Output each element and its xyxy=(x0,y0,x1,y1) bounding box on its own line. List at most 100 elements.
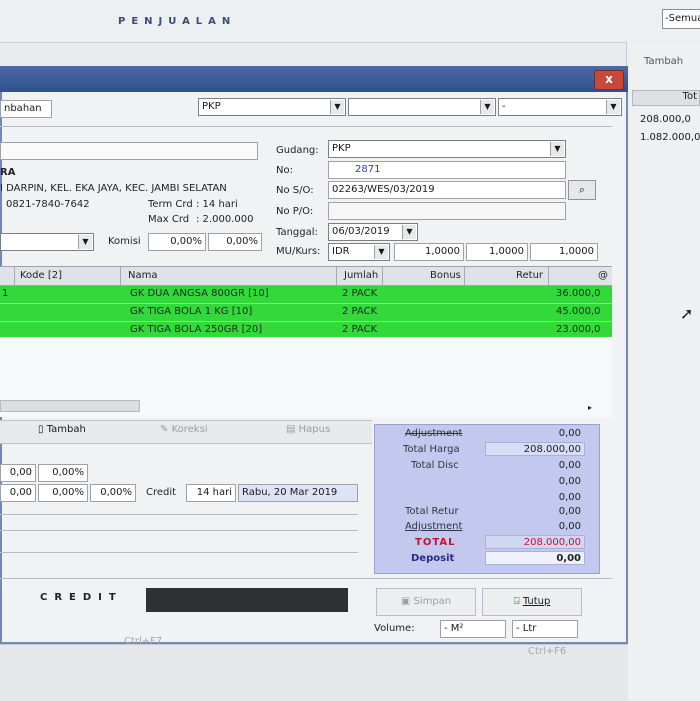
divider xyxy=(0,126,612,127)
column-bonus[interactable]: Bonus xyxy=(430,270,461,281)
kurs-field-3[interactable]: 1,0000 xyxy=(530,243,598,261)
items-grid-header: Kode [2] Nama Jumlah Bonus Retur @ xyxy=(0,266,612,286)
discount-percent-field-1[interactable]: 0,00% xyxy=(38,464,88,482)
simpan-label: Simpan xyxy=(413,596,452,607)
simpan-button[interactable]: ▣ Simpan xyxy=(376,588,476,616)
volume-label: Volume: xyxy=(374,623,415,634)
tab-tambahan[interactable]: nbahan xyxy=(0,100,52,118)
adjustment-value: 0,00 xyxy=(558,428,581,439)
tanggal-picker[interactable]: 06/03/2019 ▼ xyxy=(328,223,418,241)
salesman-combo[interactable]: ▼ xyxy=(0,233,94,251)
chevron-down-icon[interactable]: ▼ xyxy=(606,100,620,114)
no-label: No: xyxy=(276,165,293,176)
item-quantity: 2 PACK xyxy=(342,288,378,299)
table-row[interactable]: GK TIGA BOLA 1 KG [10] 2 PACK 45.000,0 xyxy=(0,304,612,322)
column-separator xyxy=(120,267,121,285)
shortcut-hint-2: Ctrl+F6 xyxy=(528,646,567,657)
column-separator xyxy=(382,267,383,285)
divider xyxy=(0,578,612,579)
item-price: 45.000,0 xyxy=(556,306,601,317)
kurs-field-1[interactable]: 1,0000 xyxy=(394,243,464,261)
discount-percent-field-3[interactable]: 0,00% xyxy=(90,484,136,502)
discount-amount-field-1[interactable]: 0,00 xyxy=(0,464,36,482)
column-jumlah[interactable]: Jumlah xyxy=(344,270,378,281)
column-nama[interactable]: Nama xyxy=(128,270,157,281)
table-row[interactable]: 1 GK DUA ANGSA 800GR [10] 2 PACK 36.000,… xyxy=(0,286,612,304)
adjustment-2-label: Adjustment xyxy=(405,521,463,532)
customer-search-field[interactable] xyxy=(0,142,258,160)
close-button[interactable]: x xyxy=(594,70,624,90)
due-date-field[interactable]: Rabu, 20 Mar 2019 xyxy=(238,484,358,502)
discount-amount-field-2[interactable]: 0,00 xyxy=(0,484,36,502)
tanggal-label: Tanggal: xyxy=(276,227,318,238)
kurs-field-2[interactable]: 1,0000 xyxy=(466,243,528,261)
max-credit-label: Max Crd xyxy=(148,214,190,225)
tambah-item-button[interactable]: ▯ Tambah xyxy=(38,424,86,435)
chevron-down-icon[interactable]: ▼ xyxy=(78,235,92,249)
lookup-so-button[interactable]: ⌕ xyxy=(568,180,596,200)
no-field[interactable]: 2871 xyxy=(328,161,566,179)
column-retur[interactable]: Retur xyxy=(516,270,543,281)
chevron-down-icon[interactable]: ▼ xyxy=(374,245,388,259)
column-kode[interactable]: Kode [2] xyxy=(20,270,62,281)
background-filter-combo[interactable]: -Semua xyxy=(662,9,700,29)
ppn-type-combo[interactable]: PKP ▼ xyxy=(198,98,346,116)
chevron-down-icon[interactable]: ▼ xyxy=(330,100,344,114)
no-so-field[interactable]: 02263/WES/03/2019 xyxy=(328,181,566,199)
mu-kurs-label: MU/Kurs: xyxy=(276,246,321,257)
komisi-percent-1[interactable]: 0,00% xyxy=(148,233,206,251)
discount-percent-field-2[interactable]: 0,00% xyxy=(38,484,88,502)
tambah-label: Tambah xyxy=(46,424,86,435)
currency-value: IDR xyxy=(332,246,350,257)
scroll-right-icon[interactable]: ▸ xyxy=(588,403,592,412)
hapus-label: Hapus xyxy=(298,424,331,435)
total-disc-value: 0,00 xyxy=(558,460,581,471)
gudang-label: Gudang: xyxy=(276,145,319,156)
tertiary-combo[interactable]: - ▼ xyxy=(498,98,622,116)
edit-icon: ✎ xyxy=(160,424,169,435)
customer-phone: 0821-7840-7642 xyxy=(6,199,90,210)
column-separator xyxy=(464,267,465,285)
deposit-value: 0,00 xyxy=(556,553,581,564)
total-harga-label: Total Harga xyxy=(403,444,460,455)
shortcut-hint-1: Ctrl+F7 xyxy=(124,636,163,647)
background-tambah-button[interactable]: Tambah xyxy=(644,56,683,67)
no-po-field[interactable] xyxy=(328,202,566,220)
total-value: 208.000,00 xyxy=(523,537,581,548)
tutup-button[interactable]: ⍈ Tutup xyxy=(482,588,582,616)
chevron-down-icon[interactable]: ▼ xyxy=(550,142,564,156)
credit-days-field[interactable]: 14 hari xyxy=(186,484,236,502)
column-harga[interactable]: @ xyxy=(598,270,608,281)
background-window-title: PENJUALAN xyxy=(118,16,237,27)
term-credit-label: Term Crd xyxy=(148,199,193,210)
hapus-button[interactable]: ▤ Hapus xyxy=(286,424,330,435)
gudang-value: PKP xyxy=(332,143,351,154)
summary-value-blank-2: 0,00 xyxy=(558,492,581,503)
payment-mode-label: CREDIT xyxy=(40,592,123,603)
koreksi-button[interactable]: ✎ Koreksi xyxy=(160,424,208,435)
volume-m2-field[interactable]: - M² xyxy=(440,620,506,638)
currency-combo[interactable]: IDR ▼ xyxy=(328,243,390,261)
save-icon: ▣ xyxy=(400,596,411,607)
chevron-down-icon[interactable]: ▼ xyxy=(480,100,494,114)
item-name: GK DUA ANGSA 800GR [10] xyxy=(130,288,269,299)
deposit-label: Deposit xyxy=(411,553,455,564)
credit-label: Credit xyxy=(146,487,177,498)
background-topbar xyxy=(0,0,700,43)
komisi-percent-2[interactable]: 0,00% xyxy=(208,233,262,251)
dialog-titlebar[interactable] xyxy=(0,66,628,92)
mouse-cursor-icon: ➚ xyxy=(680,304,694,323)
tertiary-combo-value: - xyxy=(502,101,506,112)
item-name: GK TIGA BOLA 1 KG [10] xyxy=(130,306,253,317)
divider xyxy=(0,530,358,531)
chevron-down-icon[interactable]: ▼ xyxy=(402,225,416,239)
horizontal-scrollbar[interactable] xyxy=(0,400,140,412)
gudang-combo[interactable]: PKP ▼ xyxy=(328,140,566,158)
summary-panel: Adjustment 0,00 Total Harga 208.000,00 T… xyxy=(374,424,600,574)
no-so-label: No S/O: xyxy=(276,185,314,196)
background-total-value-1: 208.000,0 xyxy=(640,114,691,125)
divider xyxy=(0,514,358,515)
secondary-combo[interactable]: ▼ xyxy=(348,98,496,116)
volume-ltr-field[interactable]: - Ltr xyxy=(512,620,578,638)
koreksi-label: Koreksi xyxy=(171,424,208,435)
